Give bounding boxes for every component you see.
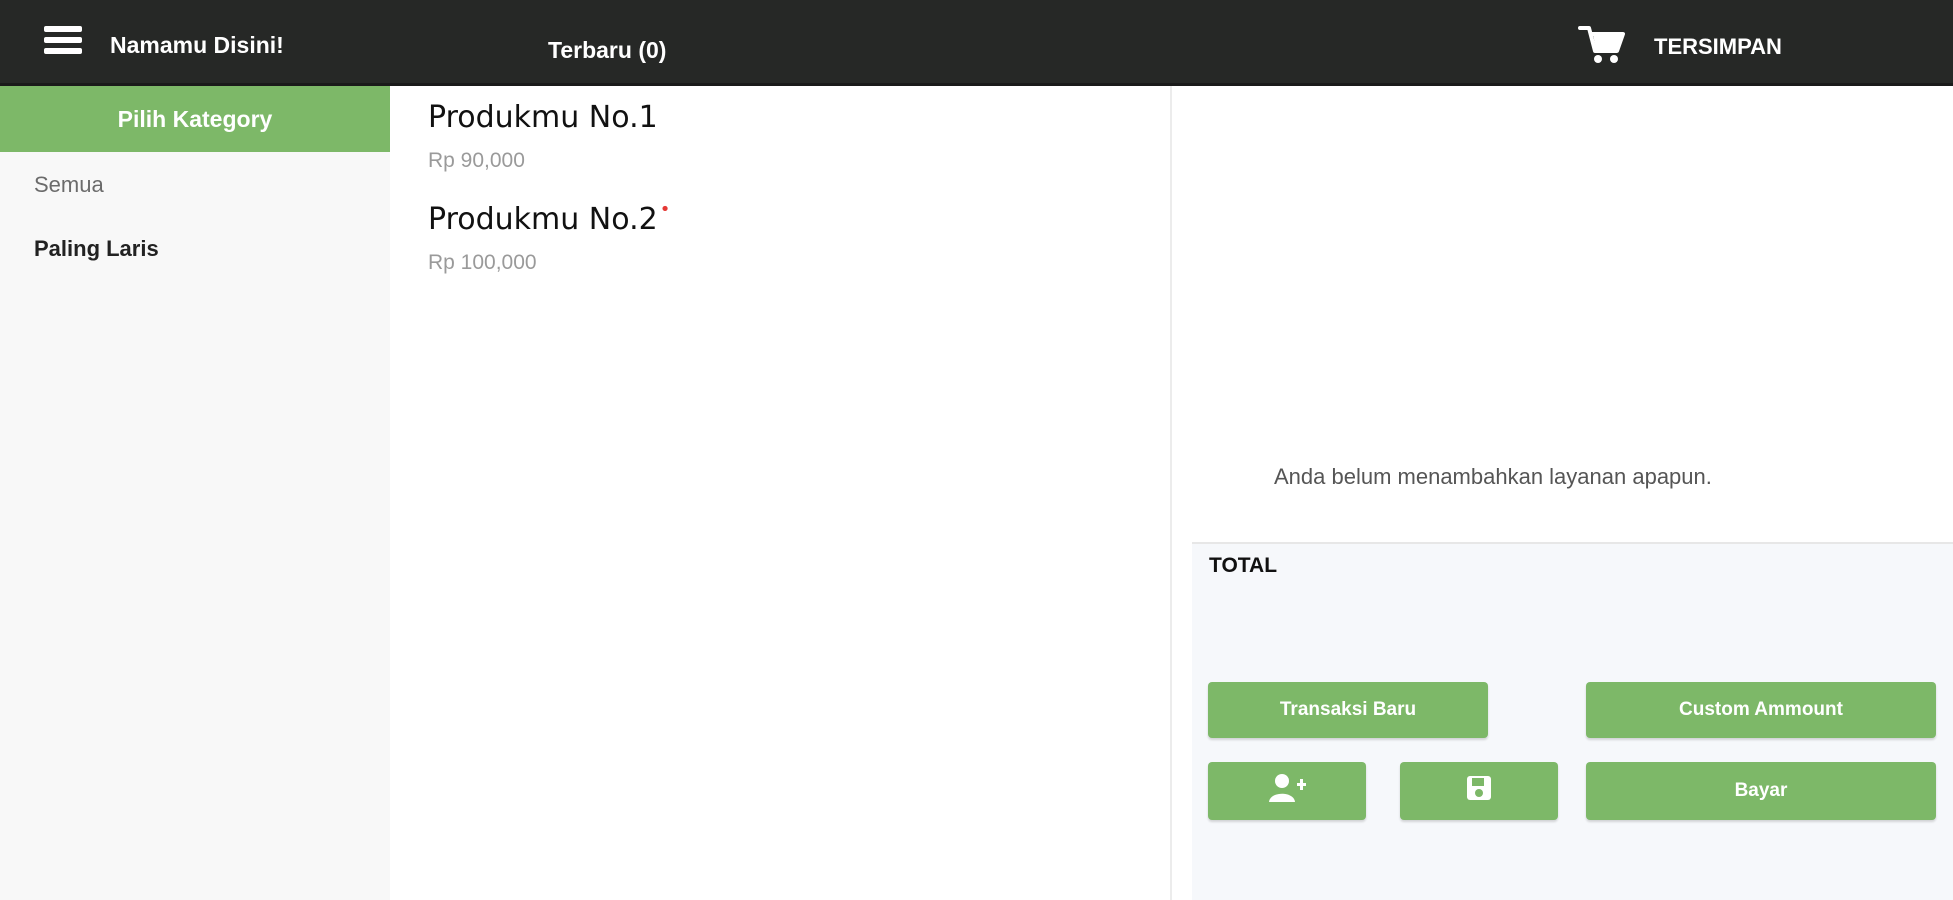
category-sidebar: Pilih Kategory Semua Paling Laris: [0, 86, 390, 900]
product-name: Produkmu No.2 •: [428, 199, 671, 238]
hamburger-menu-icon[interactable]: [44, 26, 82, 58]
shopping-cart-icon[interactable]: [1578, 22, 1626, 66]
add-customer-button[interactable]: [1208, 762, 1366, 820]
cart-panel: Anda belum menambahkan layanan apapun. T…: [1172, 86, 1953, 900]
sidebar-item-best-selling[interactable]: Paling Laris: [34, 236, 159, 262]
sidebar-item-all[interactable]: Semua: [34, 172, 104, 198]
product-item[interactable]: Produkmu No.2 • Rp 100,000: [428, 199, 671, 275]
add-user-icon: [1267, 773, 1307, 809]
product-price: Rp 100,000: [428, 251, 537, 274]
product-item[interactable]: Produkmu No.1 Rp 90,000: [428, 100, 658, 173]
save-transaction-button[interactable]: [1400, 762, 1558, 820]
custom-amount-button[interactable]: Custom Ammount: [1586, 682, 1936, 738]
top-app-bar: Namamu Disini! Terbaru (0) TERSIMPAN: [0, 0, 1953, 86]
product-name: Produkmu No.1: [428, 100, 658, 135]
product-price: Rp 90,000: [428, 149, 525, 172]
new-transaction-button[interactable]: Transaksi Baru: [1208, 682, 1488, 738]
category-header: Pilih Kategory: [0, 86, 390, 152]
app-title: Namamu Disini!: [110, 32, 284, 58]
total-section: TOTAL Transaksi Baru Custom Ammount Baya…: [1192, 542, 1953, 900]
tab-latest[interactable]: Terbaru (0): [548, 37, 666, 64]
save-icon: [1465, 774, 1493, 808]
pay-button[interactable]: Bayar: [1586, 762, 1936, 820]
product-list: Produkmu No.1 Rp 90,000 Produkmu No.2 • R…: [390, 86, 1172, 900]
saved-transactions-link[interactable]: TERSIMPAN: [1654, 34, 1782, 60]
empty-cart-message: Anda belum menambahkan layanan apapun.: [1274, 464, 1712, 489]
new-marker: •: [659, 199, 671, 220]
total-label: TOTAL: [1209, 554, 1278, 577]
